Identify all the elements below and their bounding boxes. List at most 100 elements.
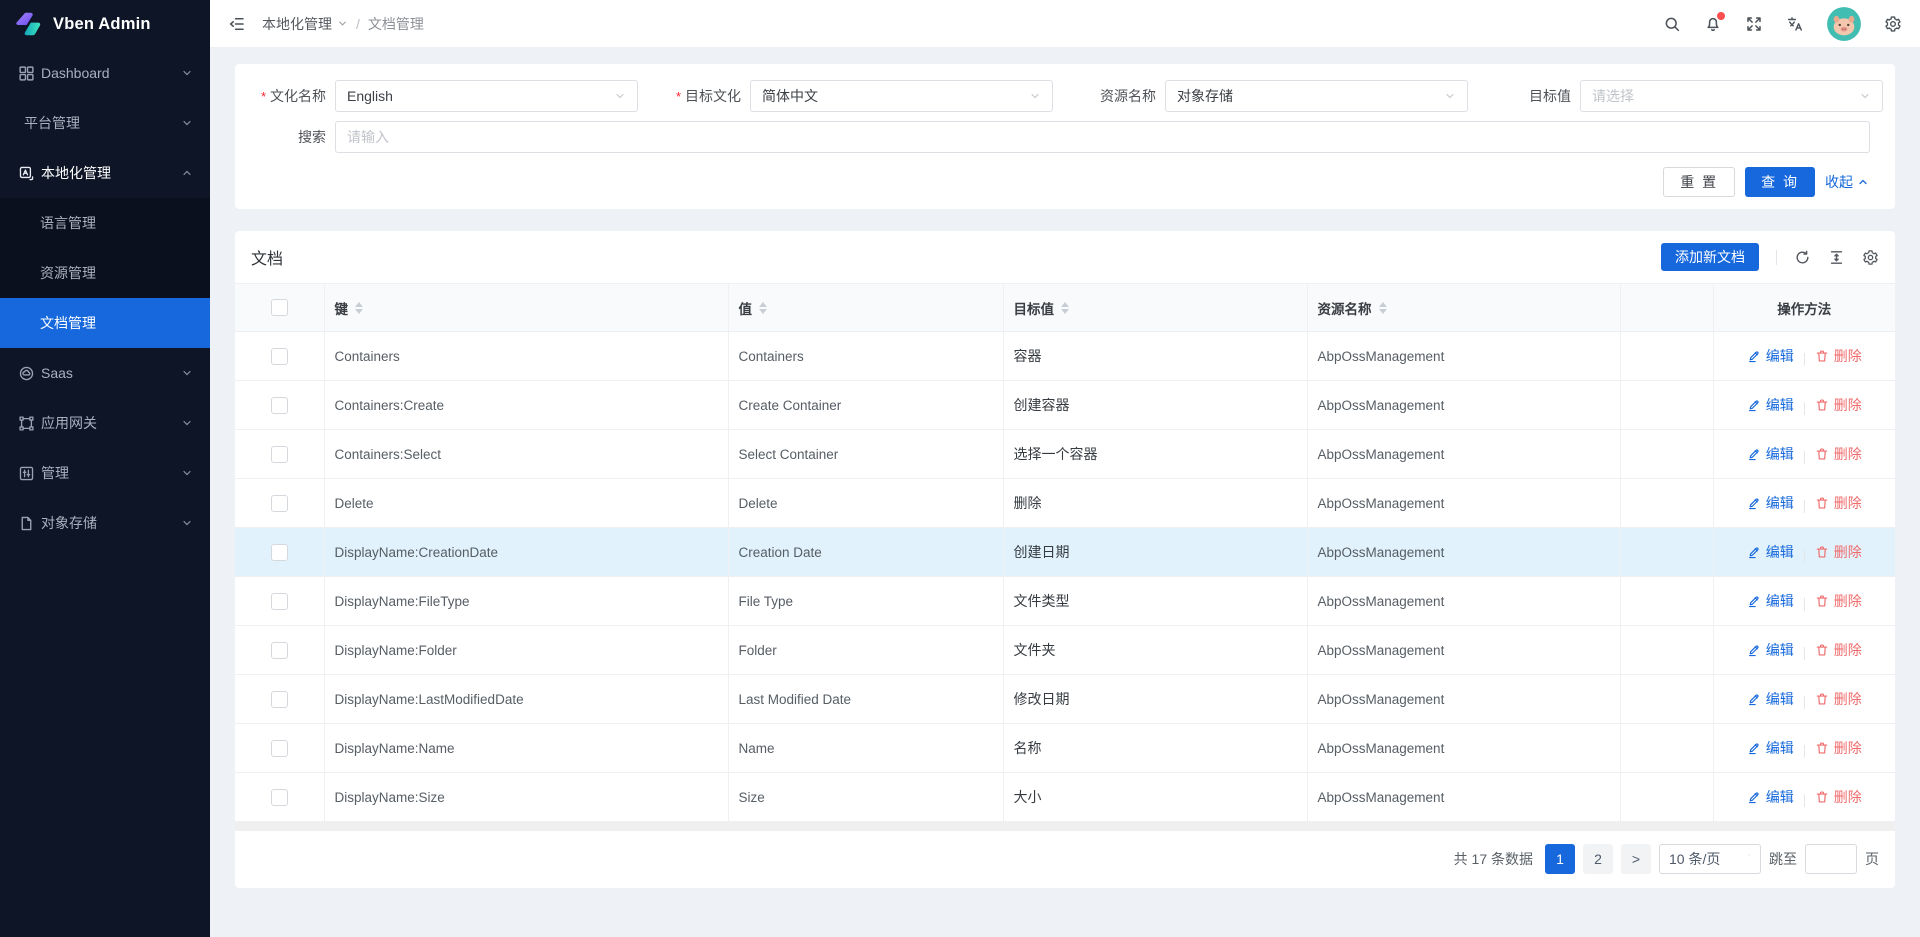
sort-icon[interactable]	[1379, 302, 1387, 314]
sidebar-collapse-icon[interactable]	[228, 15, 246, 33]
user-avatar[interactable]	[1827, 7, 1861, 41]
sidebar-item-label: 本地化管理	[41, 163, 111, 183]
sidebar-item-language-management[interactable]: 语言管理	[0, 198, 210, 248]
row-checkbox[interactable]	[271, 691, 288, 708]
reset-button[interactable]: 重 置	[1663, 167, 1735, 197]
culture-name-select[interactable]: English	[335, 80, 638, 112]
breadcrumb-item-localization[interactable]: 本地化管理	[262, 14, 348, 34]
pagination-page-1[interactable]: 1	[1545, 844, 1575, 874]
edit-button[interactable]: 编辑	[1747, 738, 1794, 758]
delete-button[interactable]: 删除	[1815, 346, 1862, 366]
cell-key: DisplayName:LastModifiedDate	[324, 675, 728, 724]
sidebar-menu: Dashboard 平台管理 本地化管理 语言管理 资源管理 文档管理	[0, 48, 210, 937]
cell-resource-name: AbpOssManagement	[1307, 332, 1620, 381]
cell-target-value: 名称	[1003, 724, 1307, 773]
add-new-document-button[interactable]: 添加新文档	[1661, 243, 1759, 271]
delete-button[interactable]: 删除	[1815, 542, 1862, 562]
table-toolbar: 添加新文档	[1661, 243, 1879, 271]
sidebar-item-label: 平台管理	[24, 113, 80, 133]
search-label: 搜索	[235, 127, 335, 147]
edit-button[interactable]: 编辑	[1747, 640, 1794, 660]
row-checkbox[interactable]	[271, 495, 288, 512]
delete-button[interactable]: 删除	[1815, 787, 1862, 807]
target-culture-select[interactable]: 简体中文	[750, 80, 1053, 112]
row-checkbox[interactable]	[271, 740, 288, 757]
sidebar-item-label: 语言管理	[40, 213, 96, 233]
cell-key: Containers:Create	[324, 381, 728, 430]
search-input[interactable]	[335, 121, 1870, 153]
form-item-resource-name: 资源名称 对象存储	[1065, 78, 1480, 114]
row-checkbox[interactable]	[271, 544, 288, 561]
select-all-checkbox[interactable]	[271, 299, 288, 316]
chevron-down-icon	[181, 467, 193, 479]
sidebar-item-localization[interactable]: 本地化管理	[0, 148, 210, 198]
notification-bell-icon[interactable]	[1704, 15, 1722, 33]
sidebar-item-object-storage[interactable]: 对象存储	[0, 498, 210, 548]
cell-key: DisplayName:CreationDate	[324, 528, 728, 577]
table-settings-gear-icon[interactable]	[1862, 249, 1879, 266]
search-icon[interactable]	[1663, 15, 1681, 33]
edit-button[interactable]: 编辑	[1747, 542, 1794, 562]
divider	[1804, 647, 1805, 660]
app-title: Vben Admin	[53, 15, 151, 34]
pagination-next-button[interactable]: >	[1621, 844, 1651, 874]
chevron-down-icon	[181, 367, 193, 379]
sidebar-item-platform[interactable]: 平台管理	[0, 98, 210, 148]
query-button[interactable]: 查 询	[1745, 167, 1815, 197]
cell-value: Last Modified Date	[728, 675, 1003, 724]
delete-button[interactable]: 删除	[1815, 444, 1862, 464]
target-value-select[interactable]: 请选择	[1580, 80, 1883, 112]
row-checkbox[interactable]	[271, 397, 288, 414]
edit-button[interactable]: 编辑	[1747, 493, 1794, 513]
row-checkbox[interactable]	[271, 593, 288, 610]
dashboard-icon	[18, 65, 35, 82]
storage-icon	[18, 515, 35, 532]
resource-name-select[interactable]: 对象存储	[1165, 80, 1468, 112]
sort-icon[interactable]	[759, 302, 767, 314]
sidebar-item-saas[interactable]: Saas	[0, 348, 210, 398]
row-height-icon[interactable]	[1828, 249, 1845, 266]
delete-button[interactable]: 删除	[1815, 591, 1862, 611]
sidebar-item-gateway[interactable]: 应用网关	[0, 398, 210, 448]
edit-button[interactable]: 编辑	[1747, 787, 1794, 807]
table-row: Containers:Select Select Container 选择一个容…	[235, 430, 1895, 479]
translate-icon[interactable]	[1786, 15, 1804, 33]
delete-button[interactable]: 删除	[1815, 738, 1862, 758]
edit-button[interactable]: 编辑	[1747, 689, 1794, 709]
sort-icon[interactable]	[355, 302, 363, 314]
sidebar-item-management[interactable]: 管理	[0, 448, 210, 498]
sidebar-item-document-management[interactable]: 文档管理	[0, 298, 210, 348]
delete-button[interactable]: 删除	[1815, 640, 1862, 660]
chevron-up-icon	[181, 167, 193, 179]
edit-button[interactable]: 编辑	[1747, 444, 1794, 464]
top-header: 本地化管理 / 文档管理	[210, 0, 1920, 48]
row-checkbox[interactable]	[271, 642, 288, 659]
cell-target-value: 容器	[1003, 332, 1307, 381]
sidebar-item-dashboard[interactable]: Dashboard	[0, 48, 210, 98]
row-checkbox[interactable]	[271, 446, 288, 463]
sort-icon[interactable]	[1061, 302, 1069, 314]
collapse-filter-link[interactable]: 收起	[1825, 172, 1869, 192]
refresh-icon[interactable]	[1794, 249, 1811, 266]
horizontal-scrollbar[interactable]	[235, 822, 1895, 831]
gateway-icon	[18, 415, 35, 432]
table-row: Containers Containers 容器 AbpOssManagemen…	[235, 332, 1895, 381]
gear-icon[interactable]	[1884, 15, 1902, 33]
form-item-target-value: 目标值 请选择	[1480, 78, 1895, 114]
edit-button[interactable]: 编辑	[1747, 591, 1794, 611]
divider	[1804, 696, 1805, 709]
jump-page-input[interactable]	[1805, 844, 1857, 874]
edit-button[interactable]: 编辑	[1747, 395, 1794, 415]
row-checkbox[interactable]	[271, 348, 288, 365]
pagination-page-2[interactable]: 2	[1583, 844, 1613, 874]
delete-button[interactable]: 删除	[1815, 493, 1862, 513]
delete-button[interactable]: 删除	[1815, 689, 1862, 709]
fullscreen-icon[interactable]	[1745, 15, 1763, 33]
sidebar-item-resource-management[interactable]: 资源管理	[0, 248, 210, 298]
chevron-down-icon	[181, 417, 193, 429]
page-size-select[interactable]: 10 条/页	[1659, 844, 1761, 874]
edit-button[interactable]: 编辑	[1747, 346, 1794, 366]
delete-button[interactable]: 删除	[1815, 395, 1862, 415]
app-logo[interactable]: Vben Admin	[0, 0, 210, 48]
row-checkbox[interactable]	[271, 789, 288, 806]
